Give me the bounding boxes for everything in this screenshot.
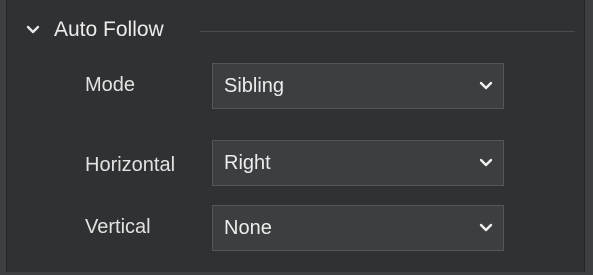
mode-select-value: Sibling (224, 74, 285, 97)
mode-select[interactable]: Sibling (212, 63, 504, 109)
auto-follow-panel: Auto Follow Mode Sibling Horizontal Righ… (0, 0, 593, 275)
chevron-down-icon (479, 158, 493, 167)
chevron-down-icon (479, 81, 493, 90)
panel-left-divider (6, 0, 7, 275)
auto-follow-section-header[interactable]: Auto Follow (26, 14, 164, 46)
horizontal-label: Horizontal (85, 154, 176, 176)
panel-right-divider (584, 0, 585, 275)
mode-label: Mode (85, 74, 136, 96)
section-title: Auto Follow (54, 18, 164, 41)
chevron-down-icon (479, 223, 493, 232)
vertical-select[interactable]: None (212, 205, 504, 251)
horizontal-select-value: Right (224, 151, 271, 174)
vertical-select-value: None (224, 216, 272, 239)
panel-right-border (585, 0, 593, 275)
chevron-down-icon (26, 25, 40, 34)
horizontal-select[interactable]: Right (212, 140, 504, 186)
section-divider (200, 31, 575, 32)
vertical-label: Vertical (85, 216, 151, 238)
